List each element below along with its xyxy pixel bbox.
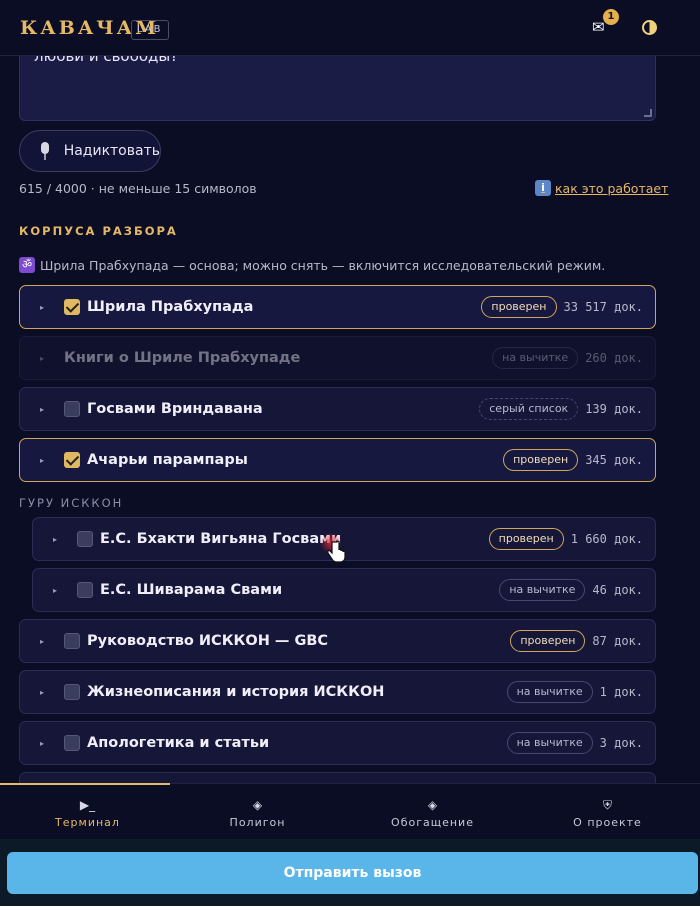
expand-icon[interactable]: ▸: [40, 688, 48, 697]
corpus-checkbox[interactable]: [64, 684, 80, 700]
corpus-row-prabhupada[interactable]: ▸ Шрила Прабхупада проверен 33 517 док.: [19, 285, 656, 329]
expand-icon[interactable]: ▸: [40, 303, 48, 312]
doc-count: 87 док.: [592, 634, 643, 648]
corpus-checkbox[interactable]: [77, 531, 93, 547]
corpus-name: Апологетика и статьи: [87, 735, 270, 751]
tab-enrichment[interactable]: ◈ Обогащение: [345, 784, 520, 840]
corpus-row-goswamis[interactable]: ▸ Госвами Вриндавана серый список 139 до…: [19, 387, 656, 431]
tab-label: Полигон: [229, 816, 286, 829]
status-badge: на вычитке: [499, 579, 586, 601]
corpus-name: Е.С. Шиварама Свами: [100, 582, 283, 598]
tab-label: Обогащение: [391, 816, 474, 829]
status-badge: на вычитке: [506, 681, 593, 703]
expand-icon: ▸: [40, 353, 45, 363]
corpus-name: Госвами Вриндавана: [87, 401, 263, 417]
tab-about[interactable]: ⛨ О проекте: [520, 784, 695, 840]
corpus-checkbox[interactable]: [77, 582, 93, 598]
terminal-icon: ▶_: [79, 798, 96, 812]
doc-count: 46 док.: [592, 583, 643, 597]
doc-count: 345 док.: [585, 453, 643, 467]
corpus-name: Шрила Прабхупада: [87, 299, 254, 315]
expand-icon[interactable]: ▸: [40, 637, 48, 646]
tab-terminal[interactable]: ▶_ Терминал: [0, 784, 175, 840]
submit-area: Отправить вызов: [0, 839, 700, 906]
app-header: КАВАЧАМ LAB ✉ 1: [0, 0, 700, 56]
expand-icon[interactable]: ▸: [53, 535, 61, 544]
tab-polygon[interactable]: ◈ Полигон: [170, 784, 345, 840]
expand-icon[interactable]: ▸: [40, 405, 48, 414]
corpus-name: Ачарьи парампары: [87, 452, 248, 468]
dictate-label: Надиктовать: [63, 143, 160, 159]
expand-icon[interactable]: ▸: [40, 456, 48, 465]
hint-text: Шрила Прабхупада — основа; можно снять —…: [40, 257, 606, 273]
info-icon: i: [535, 180, 551, 196]
doc-count: 1 док.: [599, 685, 643, 699]
om-icon: ॐ: [19, 257, 35, 273]
corpus-name: Е.С. Бхакти Вигьяна Госвами: [100, 531, 342, 547]
status-badge: на вычитке: [506, 732, 593, 754]
doc-count: 260 док.: [585, 351, 643, 365]
mail-count-badge: 1: [603, 9, 619, 25]
how-it-works-link[interactable]: i как это работает: [535, 180, 668, 196]
doc-count: 1 660 док.: [570, 532, 643, 546]
corpus-checkbox[interactable]: [64, 401, 80, 417]
corpus-row-acharyas[interactable]: ▸ Ачарьи парампары проверен 345 док.: [19, 438, 656, 482]
corpus-checkbox[interactable]: [64, 299, 80, 315]
corpus-row-shivarama[interactable]: ▸ Е.С. Шиварама Свами на вычитке 46 док.: [32, 568, 656, 612]
char-counter: 615 / 4000 · не меньше 15 символов: [19, 181, 257, 196]
corpus-row-gbc[interactable]: ▸ Руководство ИСККОН — GBC проверен 87 д…: [19, 619, 656, 663]
mouse-cursor: [320, 532, 346, 563]
microphone-icon: [38, 142, 52, 160]
corpus-row-biographies[interactable]: ▸ Жизнеописания и история ИСККОН на вычи…: [19, 670, 656, 714]
theme-toggle-icon[interactable]: [642, 20, 657, 35]
status-badge: проверен: [481, 296, 557, 318]
doc-count: 33 517 док.: [563, 300, 643, 314]
how-it-works-label: как это работает: [555, 180, 669, 196]
doc-count: 3 док.: [599, 736, 643, 750]
polygon-icon: ◈: [252, 798, 263, 812]
shield-icon: ⛨: [602, 798, 612, 812]
enrichment-icon: ◈: [427, 798, 438, 812]
status-badge: проверен: [503, 449, 579, 471]
corpus-row-books-about: ▸ Книги о Шриле Прабхупаде на вычитке 26…: [19, 336, 656, 380]
corpus-name: Книги о Шриле Прабхупаде: [64, 350, 301, 366]
corpus-checkbox[interactable]: [64, 735, 80, 751]
status-badge: на вычитке: [492, 347, 579, 369]
bottom-nav: ▶_ Терминал ◈ Полигон ◈ Обогащение ⛨ О п…: [0, 783, 700, 839]
tab-label: Терминал: [55, 816, 120, 829]
lab-badge: LAB: [131, 20, 169, 40]
group-label-iskcon-gurus: ГУРУ ИСККОН: [19, 496, 124, 510]
resize-handle-icon[interactable]: [644, 109, 652, 117]
corpus-checkbox[interactable]: [64, 633, 80, 649]
section-title: КОРПУСА РАЗБОРА: [19, 224, 178, 238]
dictate-button[interactable]: Надиктовать: [19, 130, 161, 172]
status-badge: проверен: [510, 630, 586, 652]
doc-count: 139 док.: [585, 402, 643, 416]
tab-label: О проекте: [573, 816, 642, 829]
corpus-name: Руководство ИСККОН — GBC: [87, 633, 329, 649]
submit-button[interactable]: Отправить вызов: [7, 852, 698, 894]
corpora-hint: ॐ Шрила Прабхупада — основа; можно снять…: [19, 257, 605, 273]
expand-icon[interactable]: ▸: [53, 586, 61, 595]
corpus-checkbox[interactable]: [64, 452, 80, 468]
status-badge: серый список: [479, 398, 579, 420]
corpus-name: Жизнеописания и история ИСККОН: [87, 684, 385, 700]
status-badge: проверен: [488, 528, 564, 550]
corpus-row-apologetics[interactable]: ▸ Апологетика и статьи на вычитке 3 док.: [19, 721, 656, 765]
expand-icon[interactable]: ▸: [40, 739, 48, 748]
